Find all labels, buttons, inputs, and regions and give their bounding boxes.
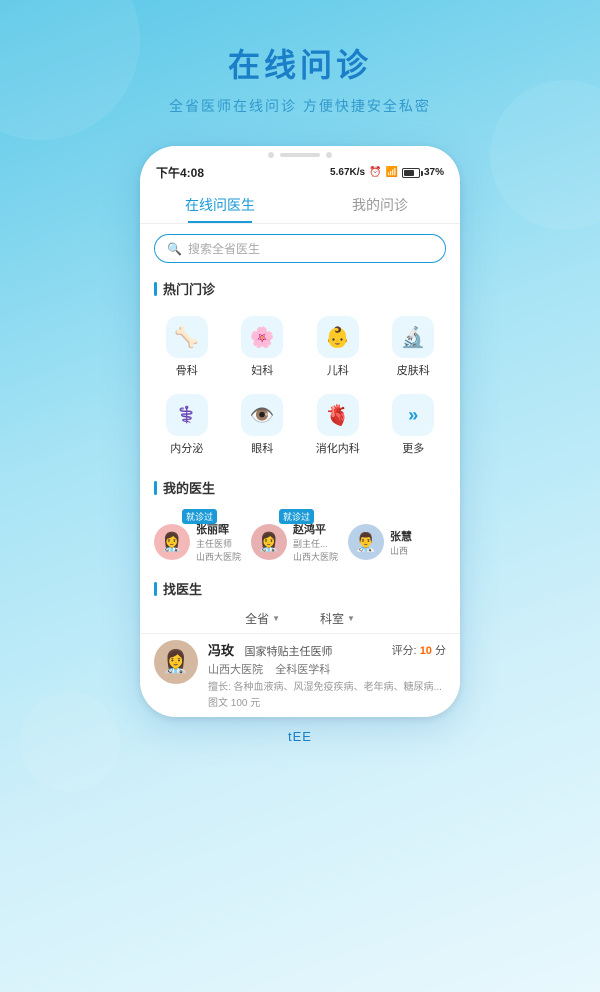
doc-list-score-value: 10 [420,645,432,657]
tab-my-consultation[interactable]: 我的问诊 [300,185,460,223]
battery-percent: 37% [424,167,444,178]
doc-score-wrap: 评分: 10 分 [392,641,446,659]
status-bar: 下午4:08 5.67K/s ⏰ 📶 37% [140,158,460,185]
phone-mockup: 下午4:08 5.67K/s ⏰ 📶 37% 在线问医生 我的问诊 🔍 搜索全省… [140,146,460,717]
dept-derm-label: 皮肤科 [397,362,430,378]
dept-eye[interactable]: 👁️ 眼科 [226,386,300,462]
dept-eye-label: 眼科 [251,440,273,456]
province-dropdown-icon: ▼ [272,614,280,623]
doctor-avatar-1: 👩‍⚕️ [251,524,287,560]
doc-list-item-0[interactable]: 👩‍⚕️ 冯玫 国家特贴主任医师 评分: 10 分 山西大医院 全科医学科 [154,640,446,709]
my-doctor-header: 我的医生 [140,470,460,503]
dept-pedi-label: 儿科 [327,362,349,378]
search-bar[interactable]: 🔍 搜索全省医生 [154,234,446,263]
doc-list-info-0: 冯玫 国家特贴主任医师 评分: 10 分 山西大医院 全科医学科 擅长: 各种血… [208,640,446,709]
page-title: 在线问诊 [0,40,600,86]
doctor-card-0[interactable]: 就诊过 👩‍⚕️ 张丽晖 主任医师 山西大医院 [154,507,241,563]
doctor-avatar-0: 👩‍⚕️ [154,524,190,560]
dept-gyn-icon: 🌸 [241,316,283,358]
doc-list-specialty-0: 擅长: 各种血液病、风湿免疫疾病、老年病、糖尿病... [208,678,446,693]
dept-dropdown-icon: ▼ [347,614,355,623]
status-time: 下午4:08 [156,164,204,181]
dept-pedi[interactable]: 👶 儿科 [301,308,375,384]
dept-more-icon: » [392,394,434,436]
my-doctor-title: 我的医生 [163,478,215,497]
filter-province[interactable]: 全省 ▼ [245,610,280,627]
nav-tabs: 在线问医生 我的问诊 [140,185,460,224]
find-doctor-title: 找医生 [163,579,202,598]
doctor-info-1: 赵鸿平 副主任... 山西大医院 [293,521,338,563]
notch-line [280,153,320,157]
dept-derm[interactable]: 🔬 皮肤科 [377,308,451,384]
filter-dept[interactable]: 科室 ▼ [320,610,355,627]
section-bar-mydoc [154,481,157,495]
doctor-list: 就诊过 👩‍⚕️ 张丽晖 主任医师 山西大医院 就诊过 👩‍⚕️ 赵鸿平 副主任… [140,503,460,571]
doctor-title-0: 主任医师 [196,537,241,550]
dept-bone[interactable]: 🦴 骨科 [150,308,224,384]
search-icon: 🔍 [167,242,182,256]
doctor-hospital-1: 山西大医院 [293,550,338,563]
dept-endo-icon: ⚕️ [166,394,208,436]
doctor-badge-0: 就诊过 [182,509,217,524]
network-speed: 5.67K/s [330,167,365,178]
section-bar-find [154,582,157,596]
section-bar-hot [154,282,157,296]
dept-gyn[interactable]: 🌸 妇科 [226,308,300,384]
filter-dept-label: 科室 [320,610,344,627]
doctor-title-1: 副主任... [293,537,338,550]
doctor-info-2: 张慧 山西 [390,528,412,557]
doc-list-price-0: 图文 100 元 [208,694,446,709]
search-placeholder: 搜索全省医生 [188,240,260,257]
dept-diges-label: 消化内科 [316,440,360,456]
find-doctor-list: 👩‍⚕️ 冯玫 国家特贴主任医师 评分: 10 分 山西大医院 全科医学科 [140,634,460,717]
department-grid: 🦴 骨科 🌸 妇科 👶 儿科 🔬 皮肤科 ⚕️ 内分泌 [140,304,460,470]
bottom-hint: tEE [0,717,600,744]
doc-name-title-wrap: 冯玫 国家特贴主任医师 [208,640,332,660]
hot-dept-header: 热门门诊 [140,271,460,304]
dept-endo[interactable]: ⚕️ 内分泌 [150,386,224,462]
find-doctor-header: 找医生 [140,571,460,604]
doc-list-title-0: 国家特贴主任医师 [244,646,332,658]
dept-gyn-label: 妇科 [251,362,273,378]
page-header: 在线问诊 全省医师在线问诊 方便快捷安全私密 [0,0,600,136]
wifi-icon: 📶 [386,167,398,178]
doctor-card-1[interactable]: 就诊过 👩‍⚕️ 赵鸿平 副主任... 山西大医院 [251,507,338,563]
hot-dept-title: 热门门诊 [163,279,215,298]
doctor-hospital-0: 山西大医院 [196,550,241,563]
doctor-card-2[interactable]: 👨‍⚕️ 张慧 山西 [348,507,412,563]
battery-icon [402,168,420,178]
doc-list-name-0: 冯玫 [208,643,234,658]
doc-list-avatar-0: 👩‍⚕️ [154,640,198,684]
doctor-hospital-2: 山西 [390,544,412,557]
dept-eye-icon: 👁️ [241,394,283,436]
status-right: 5.67K/s ⏰ 📶 37% [330,167,444,178]
search-wrap: 🔍 搜索全省医生 [140,224,460,271]
dept-diges-icon: 🫀 [317,394,359,436]
dept-diges[interactable]: 🫀 消化内科 [301,386,375,462]
dept-more-label: 更多 [402,440,424,456]
doc-name-row-0: 冯玫 国家特贴主任医师 评分: 10 分 [208,640,446,660]
doctor-badge-1: 就诊过 [279,509,314,524]
find-doctor-filter: 全省 ▼ 科室 ▼ [140,604,460,634]
notch-dot-1 [268,152,274,158]
doctor-avatar-2: 👨‍⚕️ [348,524,384,560]
dept-bone-icon: 🦴 [166,316,208,358]
alarm-icon: ⏰ [369,167,381,178]
doc-list-score-label: 评分: 10 分 [392,645,446,657]
dept-more[interactable]: » 更多 [377,386,451,462]
doctor-name-2: 张慧 [390,528,412,544]
doctor-info-0: 张丽晖 主任医师 山西大医院 [196,521,241,563]
dept-derm-icon: 🔬 [392,316,434,358]
phone-notch [140,146,460,158]
filter-province-label: 全省 [245,610,269,627]
dept-pedi-icon: 👶 [317,316,359,358]
dept-endo-label: 内分泌 [170,440,203,456]
tab-online-doctor[interactable]: 在线问医生 [140,185,300,223]
doc-list-hospital-0: 山西大医院 全科医学科 [208,661,446,677]
page-subtitle: 全省医师在线问诊 方便快捷安全私密 [0,96,600,116]
dept-bone-label: 骨科 [176,362,198,378]
notch-dot-2 [326,152,332,158]
